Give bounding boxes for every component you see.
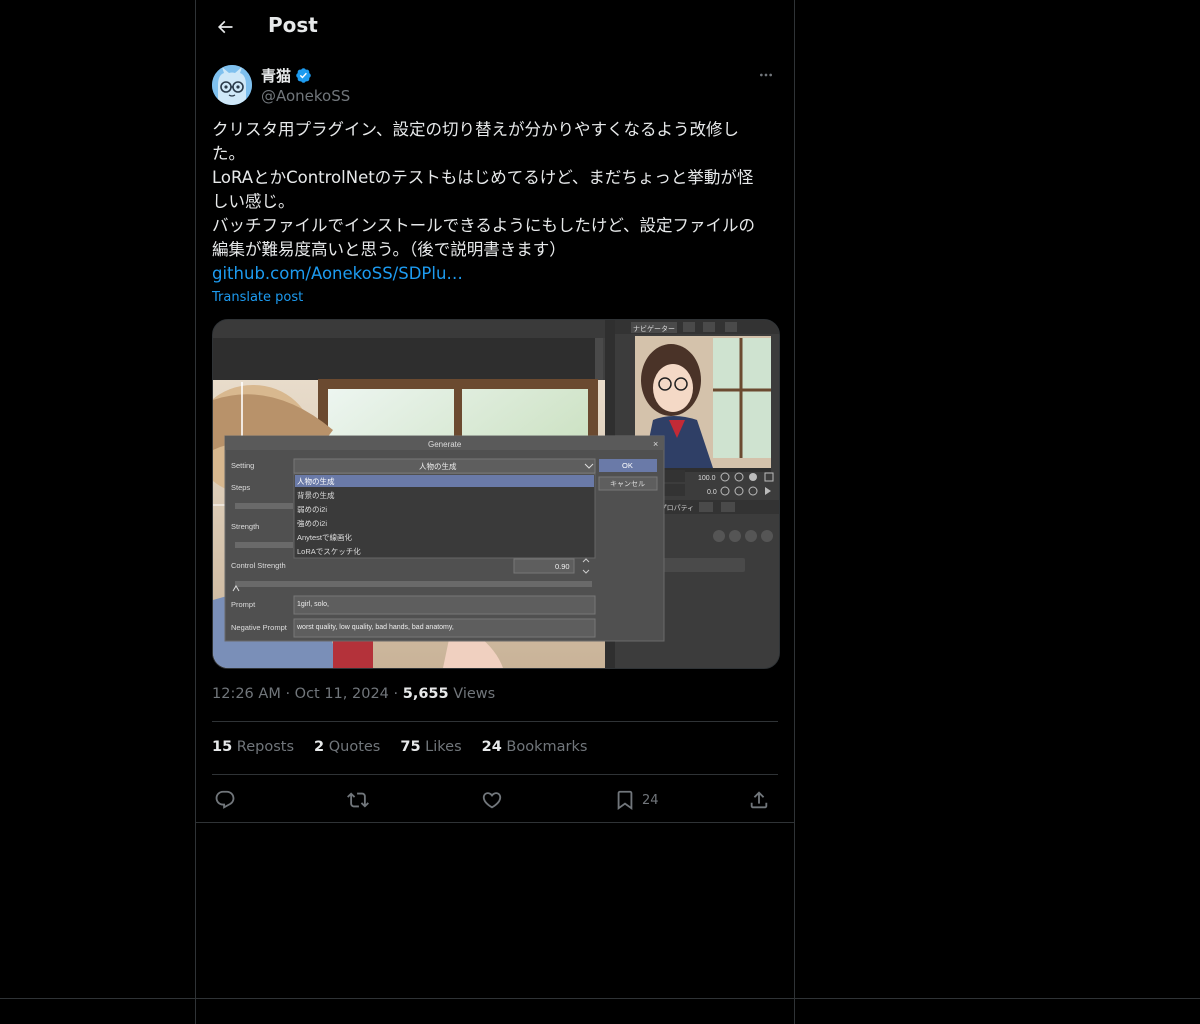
translate-post-link[interactable]: Translate post (212, 290, 303, 305)
post-date[interactable]: Oct 11, 2024 (295, 686, 389, 702)
quotes-stat[interactable]: 2 Quotes (314, 739, 380, 755)
repost-icon (347, 792, 369, 808)
tweet-text-line: LoRAとかControlNetのテストもはじめてるけど、まだちょっと挙動が怪 (212, 168, 754, 187)
divider (212, 774, 778, 775)
reposts-count: 15 (212, 739, 233, 755)
reply-button[interactable] (214, 786, 236, 814)
post-time[interactable]: 12:26 AM (212, 686, 281, 702)
strength-label: Strength (231, 522, 259, 531)
views-count: 5,655 (402, 686, 449, 702)
user-handle[interactable]: @AonekoSS (261, 87, 350, 105)
bookmarks-stat[interactable]: 24 Bookmarks (482, 739, 588, 755)
reposts-label: Reposts (236, 739, 295, 755)
bookmark-icon (617, 790, 633, 811)
media-screenshot: ナビゲーター 100.0 0.0 ープロパティ Generate × Setti… (213, 320, 779, 668)
dialog-title: Generate (428, 440, 462, 449)
control-strength-label: Control Strength (231, 561, 286, 570)
setting-option: 弱めのi2i (297, 505, 327, 514)
tweet-media-image[interactable]: ナビゲーター 100.0 0.0 ープロパティ Generate × Setti… (212, 319, 780, 669)
tweet-link[interactable]: github.com/AonekoSS/SDPlu… (212, 262, 778, 286)
engagement-stats: 15 Reposts 2 Quotes 75 Likes 24 Bookmark… (212, 739, 587, 755)
tweet-text: クリスタ用プラグイン、設定の切り替えが分かりやすくなるよう改修し た。 LoRA… (212, 118, 778, 286)
zoom-value: 100.0 (698, 475, 716, 482)
more-options-button[interactable] (754, 64, 778, 86)
author-names: 青猫 @AonekoSS (261, 64, 350, 106)
share-icon (750, 791, 768, 809)
bookmark-button[interactable]: 24 (614, 786, 659, 814)
avatar[interactable] (212, 65, 252, 105)
tweet-text-line: た。 (212, 144, 245, 163)
arrow-left-icon (217, 20, 233, 34)
prompt-label: Prompt (231, 600, 256, 609)
likes-label: Likes (425, 739, 462, 755)
ok-button: OK (622, 461, 633, 470)
back-button[interactable] (208, 10, 242, 44)
bookmarks-count: 24 (481, 739, 502, 755)
likes-count: 75 (400, 739, 421, 755)
bottom-divider (0, 998, 1200, 999)
divider (212, 721, 778, 722)
setting-option: 背景の生成 (297, 490, 335, 500)
meta-separator: · (285, 686, 295, 702)
steps-label: Steps (231, 483, 250, 492)
divider (196, 822, 794, 823)
tweet-text-line: しい感じ。 (212, 192, 295, 211)
setting-select: 人物の生成 (419, 461, 457, 471)
action-bar: 24 (212, 786, 778, 814)
like-button[interactable] (481, 786, 503, 814)
page-title: Post (268, 13, 318, 37)
likes-stat[interactable]: 75 Likes (400, 739, 461, 755)
meta-separator: · (393, 686, 403, 702)
reposts-stat[interactable]: 15 Reposts (212, 739, 294, 755)
repost-button[interactable] (347, 786, 369, 814)
setting-label: Setting (231, 461, 254, 470)
tweet-text-line: バッチファイルでインストールできるようにもしたけど、設定ファイルの (212, 216, 756, 235)
setting-option: 強めのi2i (297, 518, 327, 528)
quotes-label: Quotes (328, 739, 381, 755)
reply-icon (215, 790, 235, 809)
verified-badge-icon (296, 67, 311, 83)
display-name-row: 青猫 (261, 64, 350, 86)
views-label: Views (453, 686, 496, 702)
bookmark-count: 24 (642, 792, 659, 808)
setting-option: 人物の生成 (297, 476, 335, 486)
tweet-text-line: クリスタ用プラグイン、設定の切り替えが分かりやすくなるよう改修し (212, 120, 740, 139)
cat-avatar-image (212, 65, 252, 105)
bookmarks-label: Bookmarks (506, 739, 588, 755)
author-row: 青猫 @AonekoSS (212, 64, 778, 108)
share-button[interactable] (748, 786, 770, 814)
cancel-button: キャンセル (610, 480, 645, 488)
page-header: Post (196, 0, 794, 53)
rotate-value: 0.0 (707, 489, 717, 496)
setting-option: LoRAでスケッチ化 (297, 546, 361, 556)
control-strength-value: 0.90 (555, 562, 570, 571)
navigator-tab: ナビゲーター (633, 324, 675, 333)
tweet-text-line: 編集が難易度高いと思う。（後で説明書きます） (212, 240, 566, 259)
prompt-value: 1girl, solo, (297, 601, 329, 608)
quotes-count: 2 (314, 739, 325, 755)
more-dots-icon (760, 73, 772, 77)
svg-text:×: × (653, 439, 658, 449)
setting-option: Anytestで線画化 (297, 532, 353, 542)
heart-icon (482, 792, 502, 809)
display-name[interactable]: 青猫 (261, 65, 291, 86)
main-column: Post 青猫 @AonekoSS クリスタ用プラグイン、設定の切り替えが分かり… (195, 0, 795, 1024)
post-meta: 12:26 AM · Oct 11, 2024 · 5,655 Views (212, 686, 495, 702)
negative-prompt-label: Negative Prompt (231, 623, 288, 632)
negative-prompt-value: worst quality, low quality, bad hands, b… (296, 624, 454, 631)
